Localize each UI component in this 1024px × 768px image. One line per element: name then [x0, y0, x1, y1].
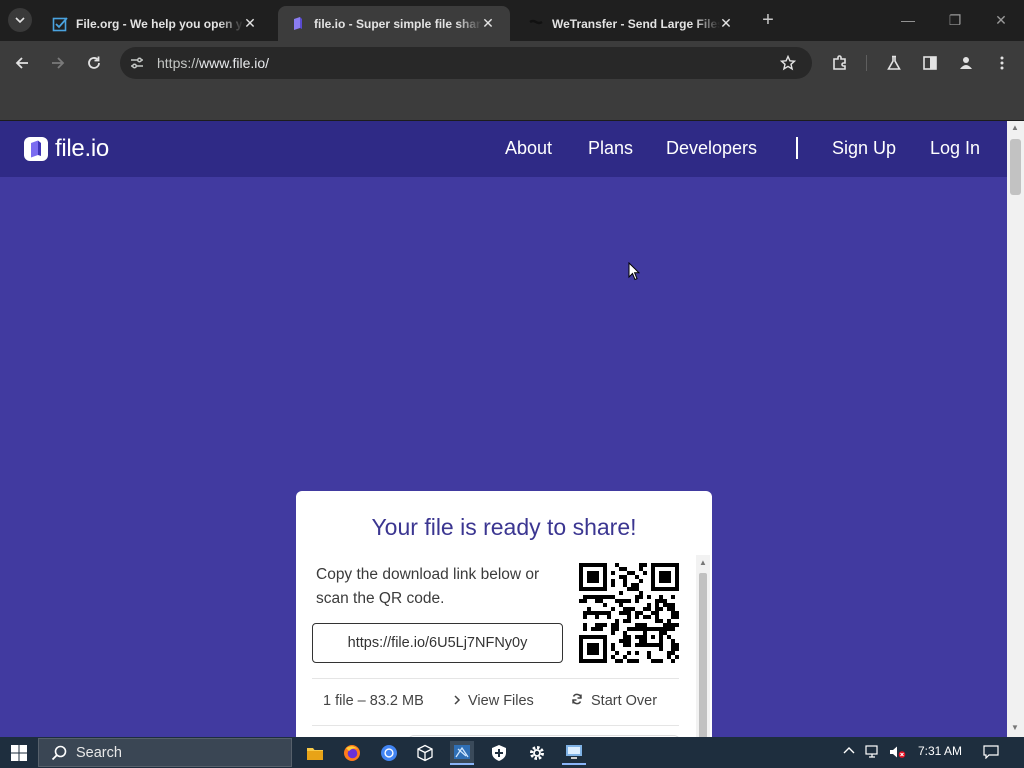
scroll-up-icon[interactable]: ▲ [1011, 123, 1019, 132]
wetransfer-favicon-icon [528, 16, 544, 32]
view-files-button[interactable]: View Files [452, 693, 534, 709]
tab-title: WeTransfer - Send Large Files & Share Ph… [552, 16, 720, 31]
tab-title: File.org - We help you open yo [76, 16, 244, 31]
volume-muted-icon[interactable] [889, 745, 907, 762]
flask-icon [887, 55, 901, 70]
site-info-icon[interactable] [129, 55, 145, 76]
download-link-field[interactable]: https://file.io/6U5Lj7NFNy0y [312, 623, 563, 663]
tab-search-button[interactable] [8, 8, 32, 32]
page-scroll-thumb[interactable] [1010, 139, 1021, 195]
side-panel-icon [923, 56, 937, 70]
profile-icon [960, 57, 972, 69]
site-header: file.io About Plans Developers Sign Up L… [0, 121, 1007, 177]
side-panel-button[interactable] [916, 49, 944, 77]
settings-gear-icon[interactable] [525, 741, 549, 765]
page-content: file.io About Plans Developers Sign Up L… [0, 121, 1007, 737]
extensions-button[interactable] [826, 49, 854, 77]
taskbar-search-label: Search [76, 745, 122, 761]
menu-button[interactable] [988, 49, 1016, 77]
minimize-button[interactable]: — [893, 8, 923, 32]
file-explorer-icon[interactable] [303, 741, 327, 765]
refresh-icon [572, 693, 582, 705]
tab-close-icon[interactable]: ✕ [718, 15, 734, 31]
start-over-button[interactable]: Start Over [571, 693, 657, 709]
card-scroll-thumb[interactable] [699, 573, 707, 737]
tab-close-icon[interactable]: ✕ [480, 15, 496, 31]
tab-title: file.io - Super simple file sharing [314, 16, 482, 31]
fileio-logo-icon[interactable] [24, 137, 48, 161]
chevron-right-icon [454, 695, 461, 705]
start-over-label: Start Over [591, 693, 658, 709]
fileorg-favicon-icon [52, 16, 68, 32]
browser-tab-strip: File.org - We help you open yo ✕ file.io… [0, 0, 1024, 41]
nav-plans-link[interactable]: Plans [588, 138, 633, 159]
taskbar-search-box[interactable]: Search [38, 738, 292, 767]
scroll-up-icon[interactable]: ▲ [699, 558, 707, 567]
address-bar[interactable]: https://www.file.io/ [120, 47, 812, 79]
card-divider [312, 725, 679, 726]
reload-button[interactable] [80, 49, 108, 77]
nav-signup-link[interactable]: Sign Up [832, 138, 896, 159]
toolbar-divider [866, 55, 867, 71]
clock[interactable]: 7:31 AM [918, 744, 962, 758]
tab-close-icon[interactable]: ✕ [242, 15, 258, 31]
bookmark-star-icon[interactable] [779, 54, 797, 76]
page-scrollbar[interactable]: ▲ ▼ [1007, 121, 1024, 737]
nav-developers-link[interactable]: Developers [666, 138, 757, 159]
more-vert-icon [1000, 56, 1004, 70]
card-divider [312, 678, 679, 679]
start-button[interactable] [0, 737, 38, 768]
restore-button[interactable]: ❐ [940, 8, 970, 32]
remote-desktop-icon[interactable] [562, 741, 586, 765]
tab-fileio[interactable]: file.io - Super simple file sharing ✕ [278, 6, 510, 41]
mouse-cursor-icon [628, 261, 641, 286]
network-status-icon[interactable] [865, 745, 881, 762]
windows-logo-icon [11, 744, 27, 761]
search-icon [51, 745, 67, 761]
tab-wetransfer[interactable]: WeTransfer - Send Large Files & Share Ph… [516, 6, 748, 41]
back-button[interactable] [8, 49, 36, 77]
network-app-icon[interactable] [450, 741, 474, 765]
url-host: www.file.io/ [199, 55, 270, 71]
reload-icon [88, 56, 100, 69]
forward-button[interactable] [44, 49, 72, 77]
view-files-label: View Files [468, 693, 534, 709]
nav-divider [796, 137, 798, 159]
file-info: 1 file – 83.2 MB [323, 693, 424, 709]
new-tab-button[interactable]: + [756, 9, 780, 33]
site-logo-text[interactable]: file.io [55, 135, 109, 163]
browser-toolbar: https://www.file.io/ [0, 41, 1024, 85]
qr-code[interactable] [579, 563, 679, 663]
share-card-title: Your file is ready to share! [371, 514, 637, 540]
arrow-left-icon [15, 57, 28, 69]
nav-about-link[interactable]: About [505, 138, 552, 159]
notifications-icon[interactable] [983, 745, 999, 762]
share-card: Your file is ready to share! Copy the do… [296, 491, 712, 737]
security-shield-icon[interactable] [487, 741, 511, 765]
3d-box-app-icon[interactable] [413, 741, 437, 765]
nav-login-link[interactable]: Log In [930, 138, 980, 159]
close-window-button[interactable]: ✕ [986, 8, 1016, 32]
url-scheme: https:// [157, 55, 200, 71]
fileio-favicon-icon [290, 16, 306, 32]
card-scrollbar[interactable]: ▲ [696, 555, 710, 737]
puzzle-icon [833, 55, 846, 70]
windows-taskbar: Search 7:31 AM [0, 737, 1024, 768]
labs-button[interactable] [880, 49, 908, 77]
bookmarks-bar [0, 85, 1024, 121]
firefox-icon[interactable] [340, 741, 364, 765]
chrome-icon[interactable] [377, 741, 401, 765]
share-instructions: Copy the download link below or scan the… [316, 566, 540, 607]
scroll-down-icon[interactable]: ▼ [1011, 723, 1019, 732]
url-text[interactable]: https://www.file.io/ [157, 55, 269, 71]
arrow-right-icon [52, 57, 65, 69]
chevron-up-icon[interactable] [843, 745, 855, 760]
chevron-down-icon [15, 17, 25, 24]
profile-button[interactable] [952, 49, 980, 77]
tab-fileorg[interactable]: File.org - We help you open yo ✕ [40, 6, 272, 41]
